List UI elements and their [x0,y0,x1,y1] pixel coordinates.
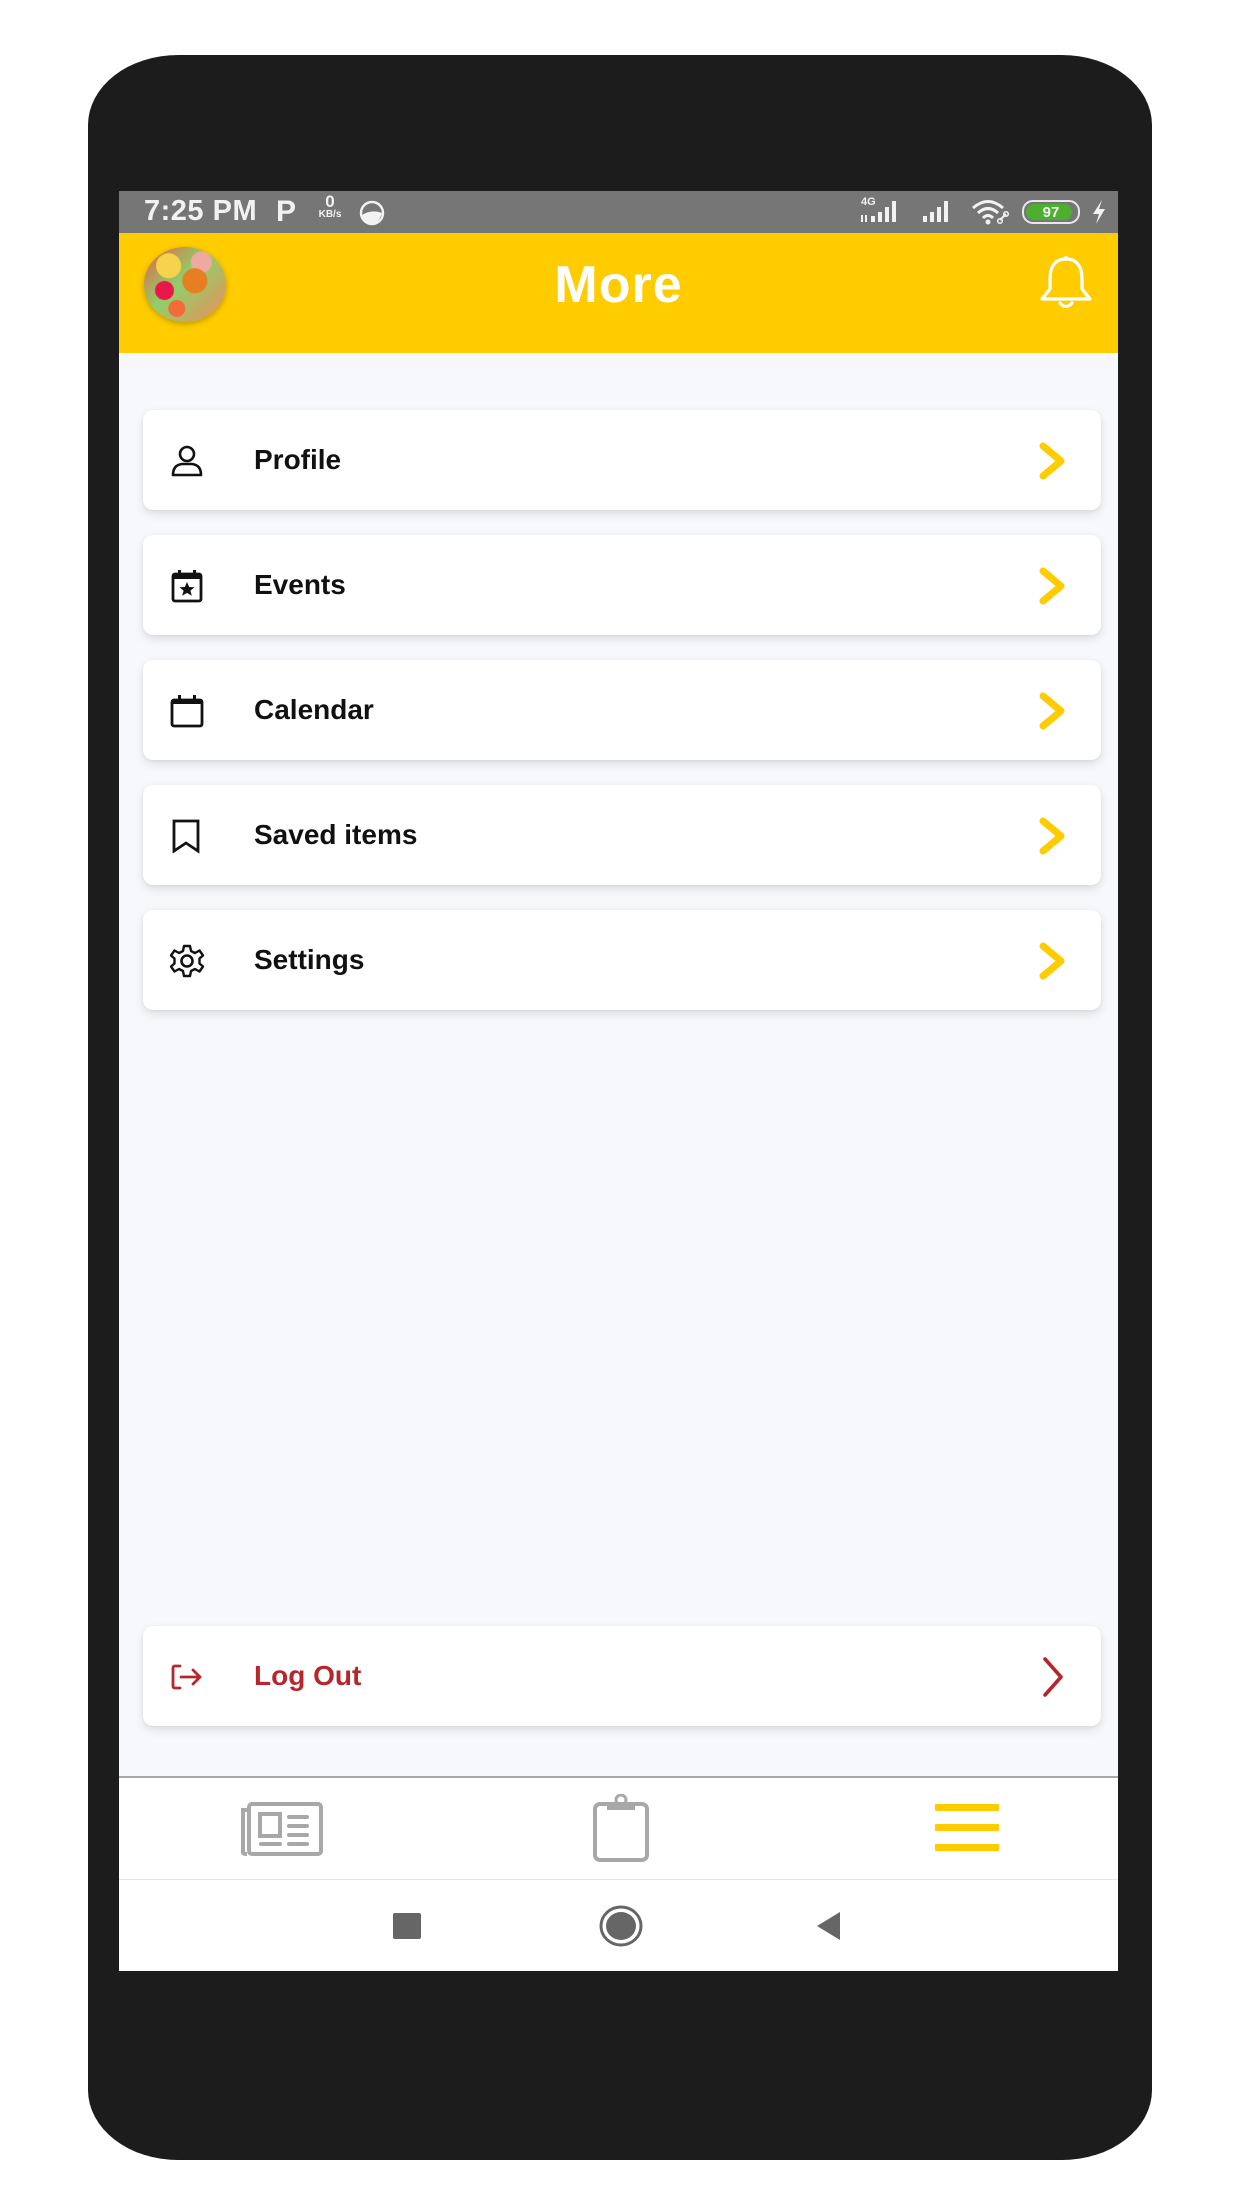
wifi-icon [972,200,1010,225]
chevron-right-icon [1039,817,1065,855]
parking-icon: P [276,195,297,228]
net-speed: 0 KB/s [312,193,348,220]
menu-item-profile[interactable]: Profile [143,410,1101,510]
newspaper-icon [241,1802,323,1856]
tab-news[interactable] [239,1794,325,1864]
menu-item-settings[interactable]: Settings [143,910,1101,1010]
calendar-star-icon [171,570,203,603]
logout-icon [171,1664,202,1690]
menu-icon [935,1804,999,1851]
chevron-right-icon [1039,692,1065,730]
user-icon [171,445,203,477]
network-type: 4G [861,196,876,208]
bottom-nav [119,1776,1118,1880]
logout-button[interactable]: Log Out [143,1626,1101,1726]
gear-icon [169,944,205,978]
menu-item-label: Events [254,569,346,600]
clipboard-icon [593,1793,649,1862]
battery-icon: 97 [1022,200,1080,224]
menu-item-label: Calendar [254,694,374,725]
app-screen: 7:25 PM P 0 KB/s 4G 97 More Profile Even… [119,191,1118,1971]
calendar-icon [170,695,204,728]
chevron-right-icon [1039,442,1065,480]
recents-button[interactable] [393,1913,421,1939]
bookmark-icon [172,819,200,854]
status-bar: 7:25 PM P 0 KB/s 4G 97 [119,191,1118,233]
net-speed-unit: KB/s [318,209,342,220]
menu-item-events[interactable]: Events [143,535,1101,635]
charging-icon [1093,200,1105,224]
menu-item-label: Settings [254,944,365,975]
system-nav-bar [119,1879,1118,1971]
chevron-right-icon [1039,942,1065,980]
back-button[interactable] [813,1910,845,1942]
logout-label: Log Out [254,1660,362,1691]
menu-item-calendar[interactable]: Calendar [143,660,1101,760]
tab-clipboard[interactable] [591,1793,651,1864]
app-notification-icon [359,200,385,226]
page-title: More [554,256,683,314]
bell-icon[interactable] [1036,253,1096,315]
app-header: More [119,233,1118,353]
status-right-icons: 4G 97 [858,191,1108,233]
tab-more[interactable] [933,1794,1001,1864]
chevron-right-icon [1039,567,1065,605]
signal-4g-icon: 4G [858,196,910,226]
menu-item-saved-items[interactable]: Saved items [143,785,1101,885]
battery-level: 97 [1042,203,1060,221]
home-button[interactable] [598,1904,644,1948]
net-speed-value: 0 [325,192,335,211]
menu-item-label: Saved items [254,819,418,850]
status-time: 7:25 PM [144,195,258,227]
signal-icon [923,201,948,222]
chevron-right-icon [1043,1657,1063,1697]
menu-item-label: Profile [254,444,342,475]
